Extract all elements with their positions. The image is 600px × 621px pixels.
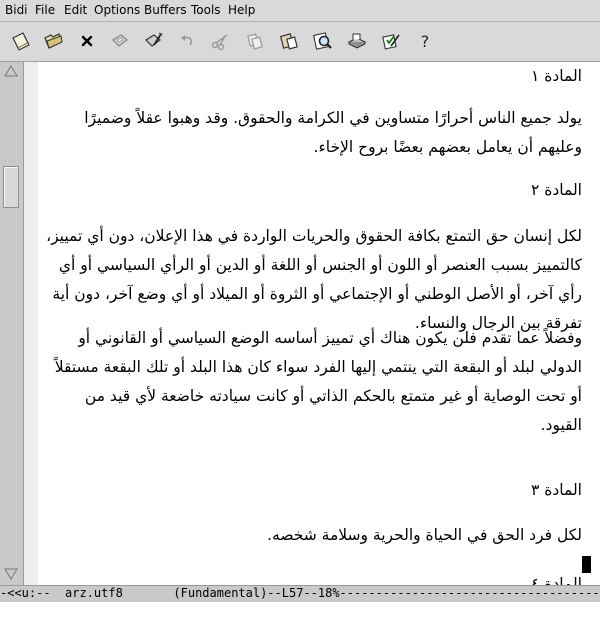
print-icon[interactable] bbox=[346, 30, 368, 52]
article-heading: المادة ٢ bbox=[531, 181, 582, 199]
new-file-icon[interactable] bbox=[9, 30, 31, 52]
scroll-up-arrow-icon[interactable] bbox=[4, 64, 18, 78]
search-icon[interactable] bbox=[312, 30, 334, 52]
menu-options[interactable]: Options bbox=[94, 3, 140, 17]
preferences-icon[interactable] bbox=[380, 30, 402, 52]
paragraph: يولد جميع الناس أحرارًا متساوين في الكرا… bbox=[84, 109, 582, 156]
article-heading: المادة ٤ bbox=[531, 575, 582, 585]
paragraph: وفضلاً عما تقدم فلن يكون هناك أي تمييز أ… bbox=[54, 329, 582, 434]
article-heading: المادة ٣ bbox=[531, 481, 582, 499]
paragraph: لكل إنسان حق التمتع بكافة الحقوق والحريا… bbox=[46, 227, 582, 332]
save-as-icon[interactable] bbox=[142, 30, 164, 52]
text-cursor bbox=[582, 556, 591, 573]
editor-buffer[interactable]: المادة ١ يولد جميع الناس أحرارًا متساوين… bbox=[38, 62, 600, 585]
scroll-thumb[interactable] bbox=[3, 166, 19, 208]
paragraph: لكل فرد الحق في الحياة والحرية وسلامة شخ… bbox=[267, 526, 582, 544]
save-disk-icon[interactable] bbox=[109, 30, 131, 52]
open-folder-icon[interactable] bbox=[42, 30, 64, 52]
cut-icon[interactable] bbox=[209, 30, 231, 52]
minibuffer[interactable] bbox=[0, 602, 600, 621]
copy-icon[interactable] bbox=[244, 30, 266, 52]
close-icon[interactable] bbox=[76, 30, 98, 52]
menu-edit[interactable]: Edit bbox=[64, 3, 87, 17]
toolbar: ? bbox=[0, 22, 600, 62]
help-icon[interactable]: ? bbox=[414, 30, 436, 52]
svg-text:?: ? bbox=[421, 32, 430, 51]
menu-bidi[interactable]: Bidi bbox=[5, 3, 28, 17]
vertical-scrollbar[interactable] bbox=[0, 62, 24, 585]
left-fringe bbox=[24, 62, 38, 585]
menu-file[interactable]: File bbox=[35, 3, 55, 17]
mode-line: -<<u:-- arz.utf8 (Fundamental)--L57--18%… bbox=[0, 585, 600, 602]
menu-tools[interactable]: Tools bbox=[191, 3, 221, 17]
scroll-down-arrow-icon[interactable] bbox=[4, 567, 18, 581]
menu-help[interactable]: Help bbox=[228, 3, 255, 17]
article-heading: المادة ١ bbox=[531, 67, 582, 85]
undo-icon[interactable] bbox=[176, 30, 198, 52]
paste-icon[interactable] bbox=[278, 30, 300, 52]
menu-buffers[interactable]: Buffers bbox=[144, 3, 187, 17]
menu-bar: Bidi File Edit Options Buffers Tools Hel… bbox=[0, 0, 600, 22]
